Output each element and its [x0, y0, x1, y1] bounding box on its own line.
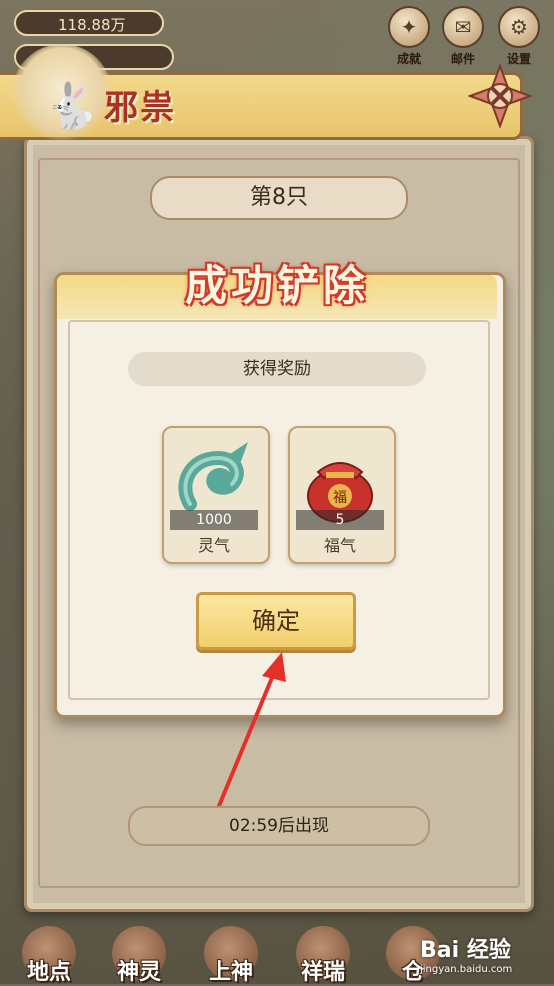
watermark-sub: jingyan.baidu.com	[420, 964, 513, 975]
achievement-button[interactable]: ✦ 成就	[384, 6, 434, 66]
nav-upper-god[interactable]: 上神	[188, 926, 274, 985]
gear-icon: ⚙	[498, 6, 540, 48]
nav-location[interactable]: 地点	[6, 926, 92, 985]
reward-count: 1000	[170, 510, 258, 530]
close-button[interactable]	[467, 63, 533, 129]
reward-header: 获得奖励	[128, 352, 426, 386]
reward-label: 福气	[323, 536, 356, 555]
mail-icon: ✉	[442, 6, 484, 48]
resource-counter: 118.88万	[14, 10, 164, 36]
nav-label: 神灵	[116, 959, 161, 985]
mail-button[interactable]: ✉ 邮件	[438, 6, 488, 66]
reward-card-luck: 福 5 福气	[288, 426, 396, 564]
reward-card-spirit: 1000 灵气	[162, 426, 270, 564]
panel-title: 邪祟	[104, 88, 176, 128]
rabbit-icon: 🐇	[44, 81, 99, 132]
achievement-icon: ✦	[388, 6, 430, 48]
svg-text:福: 福	[333, 490, 347, 506]
watermark-main: Bai 经验	[420, 938, 511, 963]
nav-deity[interactable]: 神灵	[96, 926, 182, 985]
nav-auspicious[interactable]: 祥瑞	[280, 926, 366, 985]
reward-label: 灵气	[197, 536, 230, 555]
kill-counter: 第8只	[150, 176, 408, 220]
confirm-button[interactable]: 确定	[196, 592, 356, 650]
close-icon	[467, 63, 533, 129]
settings-button[interactable]: ⚙ 设置	[494, 6, 544, 66]
reward-count: 5	[296, 510, 384, 530]
achievement-label: 成就	[396, 52, 421, 66]
watermark: Bai 经验 jingyan.baidu.com	[420, 932, 550, 975]
respawn-timer: 02:59后出现	[128, 806, 430, 846]
nav-label: 地点	[26, 959, 71, 985]
success-title: 成功铲除	[184, 261, 369, 310]
nav-label: 祥瑞	[300, 959, 345, 985]
nav-label: 上神	[208, 959, 253, 985]
